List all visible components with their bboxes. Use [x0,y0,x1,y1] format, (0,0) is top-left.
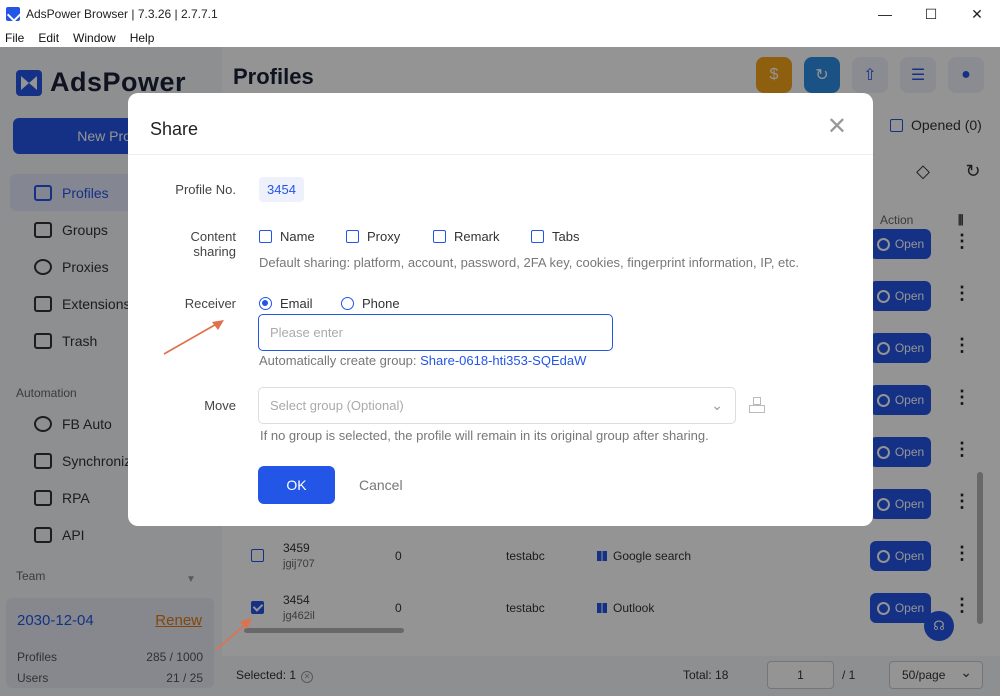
share-tabs-option[interactable]: Tabs [531,229,579,244]
maximize-icon[interactable]: ☐ [908,0,954,28]
content-sharing-label: Content sharing [190,229,236,259]
annotation-arrow-receiver [163,320,224,355]
menu-bar: File Edit Window Help [0,28,1000,47]
menu-window[interactable]: Window [73,31,116,45]
receiver-input[interactable]: Please enter [258,314,613,351]
email-radio[interactable] [259,297,272,310]
cancel-button[interactable]: Cancel [359,477,403,493]
content-sharing-hint: Default sharing: platform, account, pass… [259,255,800,270]
dialog-header: Share ✕ [128,93,873,155]
move-hint: If no group is selected, the profile wil… [260,428,709,443]
close-icon[interactable]: ✕ [827,115,847,139]
chevron-down-icon: ⌄ [711,397,723,413]
menu-file[interactable]: File [5,31,24,45]
share-tabs-checkbox[interactable] [531,230,544,243]
receiver-phone-option[interactable]: Phone [341,296,400,311]
receiver-email-option[interactable]: Email [259,296,313,311]
share-name-option[interactable]: Name [259,229,315,244]
move-label: Move [204,398,236,413]
profile-no-value: 3454 [259,177,304,202]
share-proxy-option[interactable]: Proxy [346,229,400,244]
window-title: AdsPower Browser | 7.3.26 | 2.7.7.1 [26,7,218,21]
share-name-checkbox[interactable] [259,230,272,243]
menu-help[interactable]: Help [130,31,155,45]
minimize-icon[interactable]: — [862,0,908,28]
auto-group-hint: Automatically create group: Share-0618-h… [259,353,587,368]
window-controls: — ☐ ✕ [862,0,1000,28]
annotation-arrow-row [215,618,252,651]
title-bar: AdsPower Browser | 7.3.26 | 2.7.7.1 — ☐ … [0,0,1000,28]
move-group-select[interactable]: Select group (Optional) ⌄ [258,387,736,424]
auto-group-name: Share-0618-hti353-SQEdaW [420,353,587,368]
share-remark-option[interactable]: Remark [433,229,500,244]
phone-radio[interactable] [341,297,354,310]
share-proxy-checkbox[interactable] [346,230,359,243]
menu-edit[interactable]: Edit [38,31,59,45]
profile-no-label: Profile No. [175,182,236,197]
share-remark-checkbox[interactable] [433,230,446,243]
dialog-title: Share [150,119,199,139]
share-dialog: Share ✕ Profile No. 3454 Content sharing … [128,93,873,526]
ok-button[interactable]: OK [258,466,335,504]
group-hierarchy-icon[interactable] [748,395,766,413]
app-logo-icon [6,7,20,21]
receiver-label: Receiver [184,296,236,311]
close-window-icon[interactable]: ✕ [954,0,1000,28]
